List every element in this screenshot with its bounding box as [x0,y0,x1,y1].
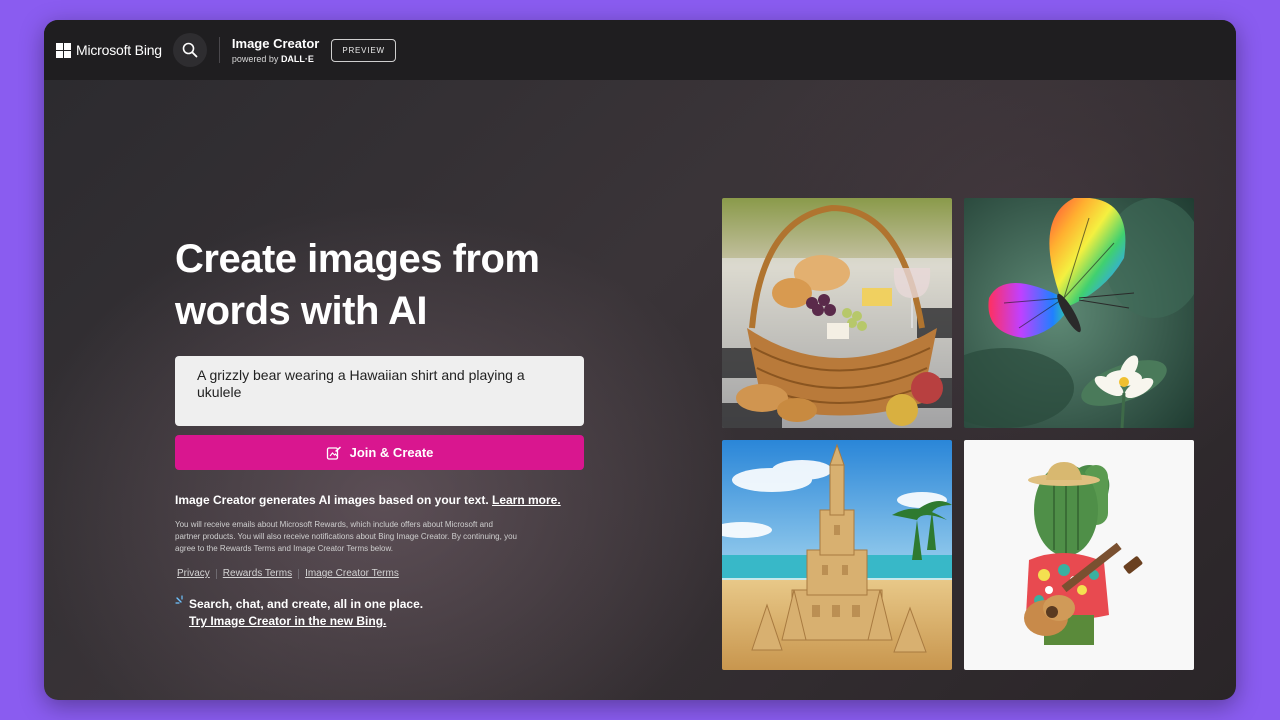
image-creator-terms-link[interactable]: Image Creator Terms [305,568,399,579]
product-title: Image Creator [231,36,320,51]
prompt-input[interactable]: A grizzly bear wearing a Hawaiian shirt … [175,356,584,426]
legal-text: You will receive emails about Microsoft … [175,520,517,553]
promo-headline: Search, chat, and create, all in one pla… [189,597,424,611]
info-line: Image Creator generates AI images based … [175,493,561,507]
brand-name: Microsoft Bing [76,42,162,58]
search-icon [182,42,198,58]
create-icon [326,445,342,461]
top-header: Microsoft Bing Image Creator powered by … [44,20,1236,80]
link-separator [298,568,300,579]
learn-more-link[interactable]: Learn more. [492,493,561,507]
search-button[interactable] [172,33,207,67]
header-divider [218,37,220,63]
bing-logo[interactable]: Microsoft Bing [56,42,162,58]
app-window: Microsoft Bing Image Creator powered by … [44,20,1236,700]
promo-text: Search, chat, and create, all in one pla… [189,596,423,630]
microsoft-logo-icon [56,42,71,58]
product-name[interactable]: Image Creator powered by DALL·E [232,36,319,64]
privacy-link[interactable]: Privacy [177,568,210,579]
headline: Create images from words with AI [175,237,540,333]
cactus-ukulele-image[interactable] [964,440,1194,670]
rainbow-butterfly-image[interactable] [964,198,1194,428]
dalle-text: DALL·E [280,54,314,64]
terms-links: Privacy Rewards Terms Image Creator Term… [177,568,399,579]
promo-block: Search, chat, and create, all in one pla… [175,594,423,630]
picnic-basket-image[interactable] [722,198,952,428]
preview-badge: PREVIEW [331,38,396,62]
join-and-create-button[interactable]: Join & Create [175,435,584,470]
link-separator [215,568,217,579]
rewards-terms-link[interactable]: Rewards Terms [223,568,292,579]
info-text: Image Creator generates AI images based … [175,493,492,507]
product-subtitle: powered by DALL·E [232,54,319,64]
powered-by-text: powered by [231,54,281,64]
try-new-bing-link[interactable]: Try Image Creator in the new Bing. [189,613,423,630]
sparkle-icon [175,594,189,630]
sandcastle-image[interactable] [722,440,952,670]
create-button-label: Join & Create [349,445,434,460]
